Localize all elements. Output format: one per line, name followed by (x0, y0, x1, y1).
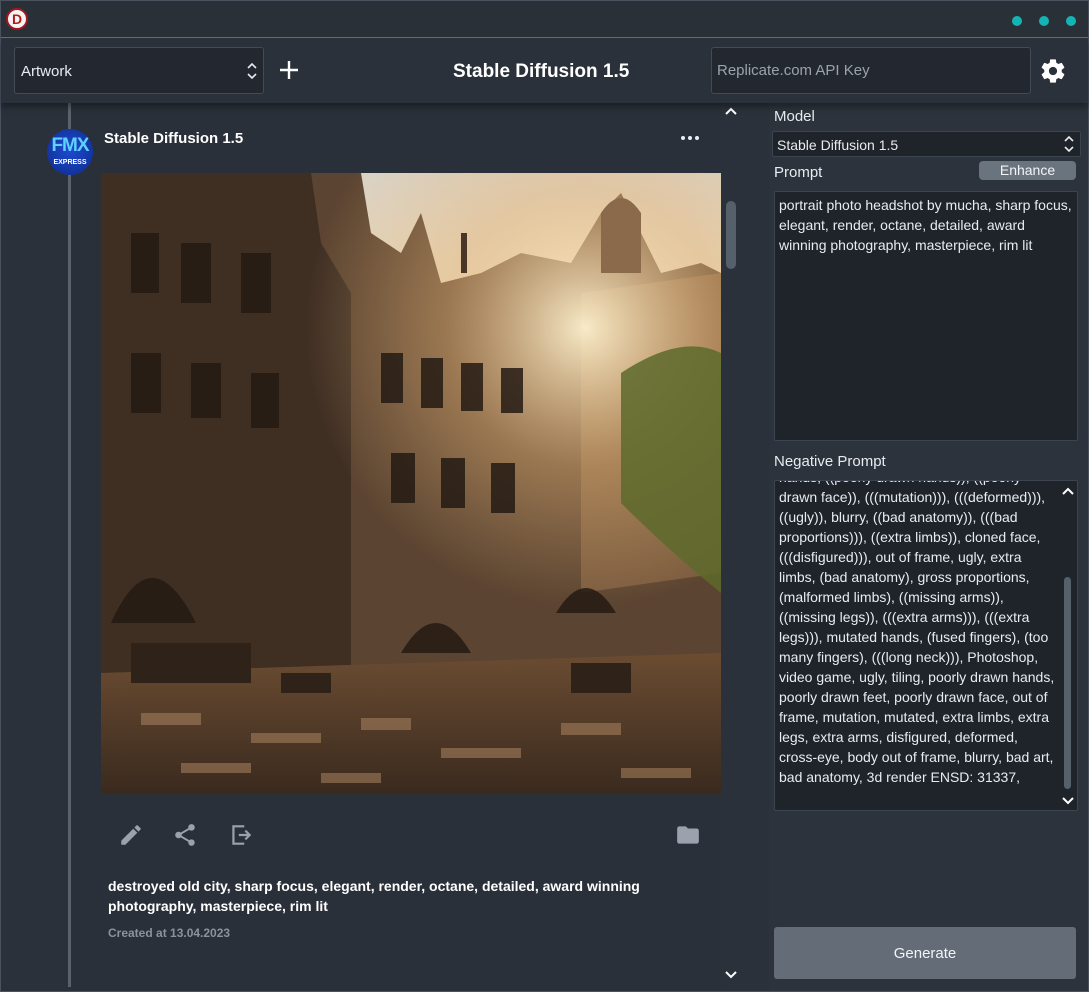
scroll-up-icon[interactable] (723, 105, 739, 117)
title-bar: D (1, 1, 1088, 38)
api-key-input[interactable] (711, 47, 1031, 94)
share-icon (175, 824, 195, 846)
app-logo: D (6, 8, 28, 30)
page-title: Stable Diffusion 1.5 (453, 61, 630, 82)
feed-scrollbar-thumb[interactable] (726, 201, 736, 269)
maximize-button[interactable] (1039, 16, 1049, 26)
scroll-down-icon[interactable] (723, 969, 739, 981)
model-label: Model (774, 108, 815, 125)
gear-icon (1041, 59, 1065, 83)
scroll-up-icon[interactable] (1060, 485, 1076, 497)
post-author: Stable Diffusion 1.5 (104, 130, 244, 147)
category-select[interactable]: Artwork (14, 47, 264, 94)
edit-icon (121, 825, 141, 845)
prompt-label: Prompt (774, 164, 823, 181)
generated-image[interactable] (101, 173, 721, 793)
model-select[interactable]: Stable Diffusion 1.5 (772, 131, 1081, 157)
negative-prompt-scrollbar-thumb[interactable] (1064, 577, 1071, 789)
negative-prompt-text: hands, ((poorly drawn hands)), ((poorly … (779, 481, 1055, 785)
negative-prompt-label: Negative Prompt (774, 453, 886, 470)
edit-button[interactable] (118, 822, 144, 848)
category-select-value: Artwork (21, 63, 72, 80)
generate-button[interactable]: Generate (774, 927, 1076, 979)
post-caption: destroyed old city, sharp focus, elegant… (108, 878, 640, 914)
negative-prompt-scrollbar[interactable] (1059, 483, 1075, 807)
more-options-icon[interactable] (681, 136, 699, 140)
add-button[interactable] (278, 59, 300, 81)
feed-scrollbar[interactable] (721, 103, 741, 991)
avatar-logo-subtext: EXPRESS (53, 159, 87, 166)
prompt-textarea[interactable]: portrait photo headshot by mucha, sharp … (774, 191, 1078, 441)
avatar: FMX EXPRESS (47, 129, 93, 175)
ruined-city-image (101, 173, 721, 793)
window-controls (1012, 16, 1076, 26)
settings-button[interactable] (1039, 57, 1067, 85)
folder-icon (677, 826, 699, 844)
created-date: Created at 13.04.2023 (108, 926, 231, 940)
export-icon (232, 825, 252, 845)
minimize-button[interactable] (1012, 16, 1022, 26)
folder-button[interactable] (675, 822, 701, 848)
close-button[interactable] (1066, 16, 1076, 26)
export-button[interactable] (228, 822, 254, 848)
top-toolbar: Artwork Stable Diffusion 1.5 (1, 39, 1088, 103)
share-button[interactable] (172, 822, 198, 848)
updown-chevron-icon (246, 61, 258, 81)
avatar-logo-text: FMX (51, 135, 89, 156)
enhance-button[interactable]: Enhance (979, 161, 1076, 180)
app-window: D Artwork Stable Diffusion 1.5 FMX EXPRE… (0, 0, 1089, 992)
model-select-value: Stable Diffusion 1.5 (777, 137, 899, 153)
scroll-down-icon[interactable] (1060, 795, 1076, 807)
plus-icon (280, 61, 298, 79)
updown-chevron-icon (1063, 134, 1075, 154)
negative-prompt-textarea[interactable]: hands, ((poorly drawn hands)), ((poorly … (774, 480, 1078, 811)
